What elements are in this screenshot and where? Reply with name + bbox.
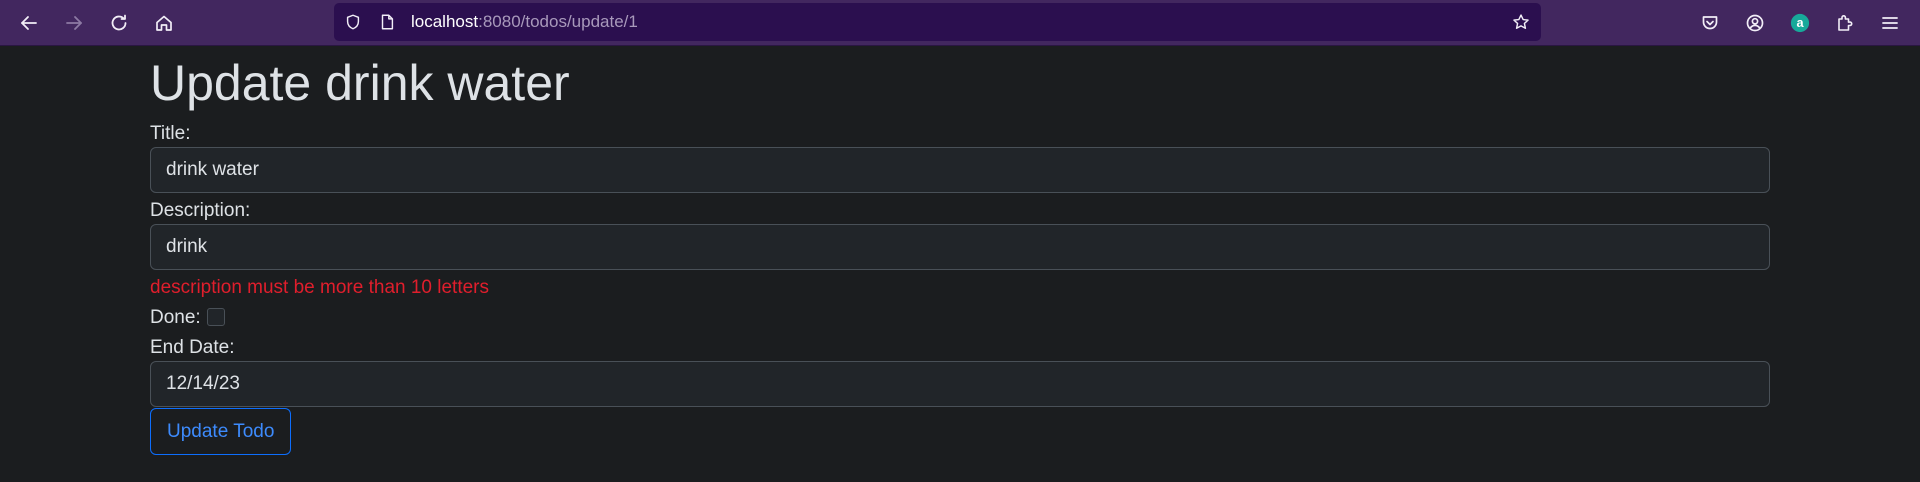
end-date-input[interactable] <box>150 361 1770 407</box>
extension-avatar-button[interactable]: a <box>1784 7 1816 39</box>
hamburger-menu-icon <box>1882 17 1898 29</box>
end-date-label: End Date: <box>150 337 235 358</box>
url-text[interactable]: localhost:8080/todos/update/1 <box>411 12 638 32</box>
title-label: Title: <box>150 123 191 144</box>
reload-icon <box>111 14 127 31</box>
description-label: Description: <box>150 200 251 221</box>
extension-avatar-letter: a <box>1796 15 1804 30</box>
star-icon[interactable] <box>1511 12 1531 32</box>
browser-toolbar: localhost:8080/todos/update/1 a <box>0 0 1920 46</box>
back-button[interactable] <box>13 7 45 39</box>
extensions-button[interactable] <box>1829 7 1861 39</box>
menu-button[interactable] <box>1874 7 1906 39</box>
arrow-left-icon <box>21 16 37 30</box>
done-checkbox[interactable] <box>207 308 225 326</box>
account-icon <box>1746 14 1764 32</box>
pocket-icon <box>1702 16 1718 30</box>
arrow-right-icon <box>66 16 82 30</box>
pocket-button[interactable] <box>1694 7 1726 39</box>
description-input[interactable] <box>150 224 1770 270</box>
update-todo-button[interactable]: Update Todo <box>150 408 292 455</box>
puzzle-icon <box>1838 15 1853 31</box>
done-label: Done: <box>150 307 201 328</box>
title-input[interactable] <box>150 147 1770 193</box>
extension-avatar-icon: a <box>1790 13 1810 33</box>
url-bar[interactable]: localhost:8080/todos/update/1 <box>334 3 1541 41</box>
forward-button[interactable] <box>58 7 90 39</box>
page-icon[interactable] <box>377 12 397 32</box>
url-path: :8080/todos/update/1 <box>478 12 638 31</box>
page-title: Update drink water <box>150 55 570 111</box>
home-button[interactable] <box>148 7 180 39</box>
shield-icon[interactable] <box>343 12 363 32</box>
account-button[interactable] <box>1739 7 1771 39</box>
reload-button[interactable] <box>103 7 135 39</box>
home-icon <box>156 15 172 31</box>
description-error: description must be more than 10 letters <box>150 277 490 298</box>
url-host: localhost <box>411 12 479 31</box>
